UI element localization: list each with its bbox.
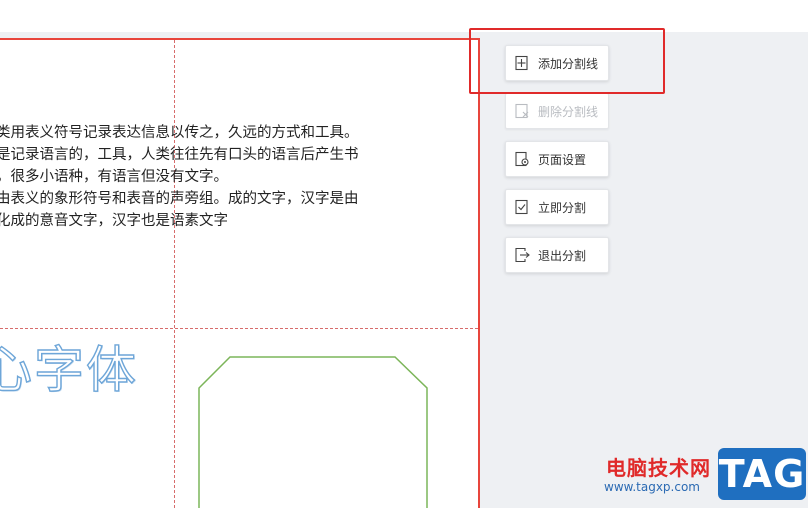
watermark-tag-logo: TAG: [718, 448, 806, 500]
text-line: 是记录语言的，工具，人类往往先有口头的语言后产生书: [0, 147, 359, 163]
exit-split-label: 退出分割: [538, 248, 587, 263]
exit-icon: [514, 247, 530, 263]
watermark-title: 电脑技术网: [606, 456, 711, 480]
page-setup-label: 页面设置: [538, 152, 587, 167]
watermark: 电脑技术网 www.tagxp.com TAG: [600, 448, 808, 501]
text-line: 化成的意音文字，汉字也是语素文字: [0, 213, 228, 229]
vertical-split-line[interactable]: [174, 40, 175, 508]
document-page[interactable]: 类用表义符号记录表达信息以传之，久远的方式和工具。 是记录语言的，工具，人类往往…: [0, 38, 480, 508]
delete-split-icon: [514, 103, 530, 119]
exit-split-button[interactable]: 退出分割: [505, 237, 609, 273]
split-now-button[interactable]: 立即分割: [505, 189, 609, 225]
highlight-box: [469, 28, 665, 94]
delete-split-label: 删除分割线: [538, 104, 599, 119]
top-toolbar: [0, 0, 808, 32]
page-setup-button[interactable]: 页面设置: [505, 141, 609, 177]
page-setup-icon: [514, 151, 530, 167]
delete-split-line-button[interactable]: 删除分割线: [505, 93, 609, 129]
octagon-shape[interactable]: [198, 356, 430, 508]
text-line: 类用表义符号记录表达信息以传之，久远的方式和工具。: [0, 125, 359, 141]
watermark-url: www.tagxp.com: [604, 480, 700, 494]
art-text[interactable]: 心字体: [0, 330, 138, 402]
split-now-label: 立即分割: [538, 200, 587, 215]
text-line: ，很多小语种，有语言但没有文字。: [0, 169, 228, 185]
check-document-icon: [514, 199, 530, 215]
horizontal-split-line[interactable]: [0, 328, 478, 329]
document-text-block[interactable]: 类用表义符号记录表达信息以传之，久远的方式和工具。 是记录语言的，工具，人类往往…: [0, 122, 466, 232]
text-line: 由表义的象形符号和表音的声旁组。成的文字，汉字是由: [0, 191, 359, 207]
